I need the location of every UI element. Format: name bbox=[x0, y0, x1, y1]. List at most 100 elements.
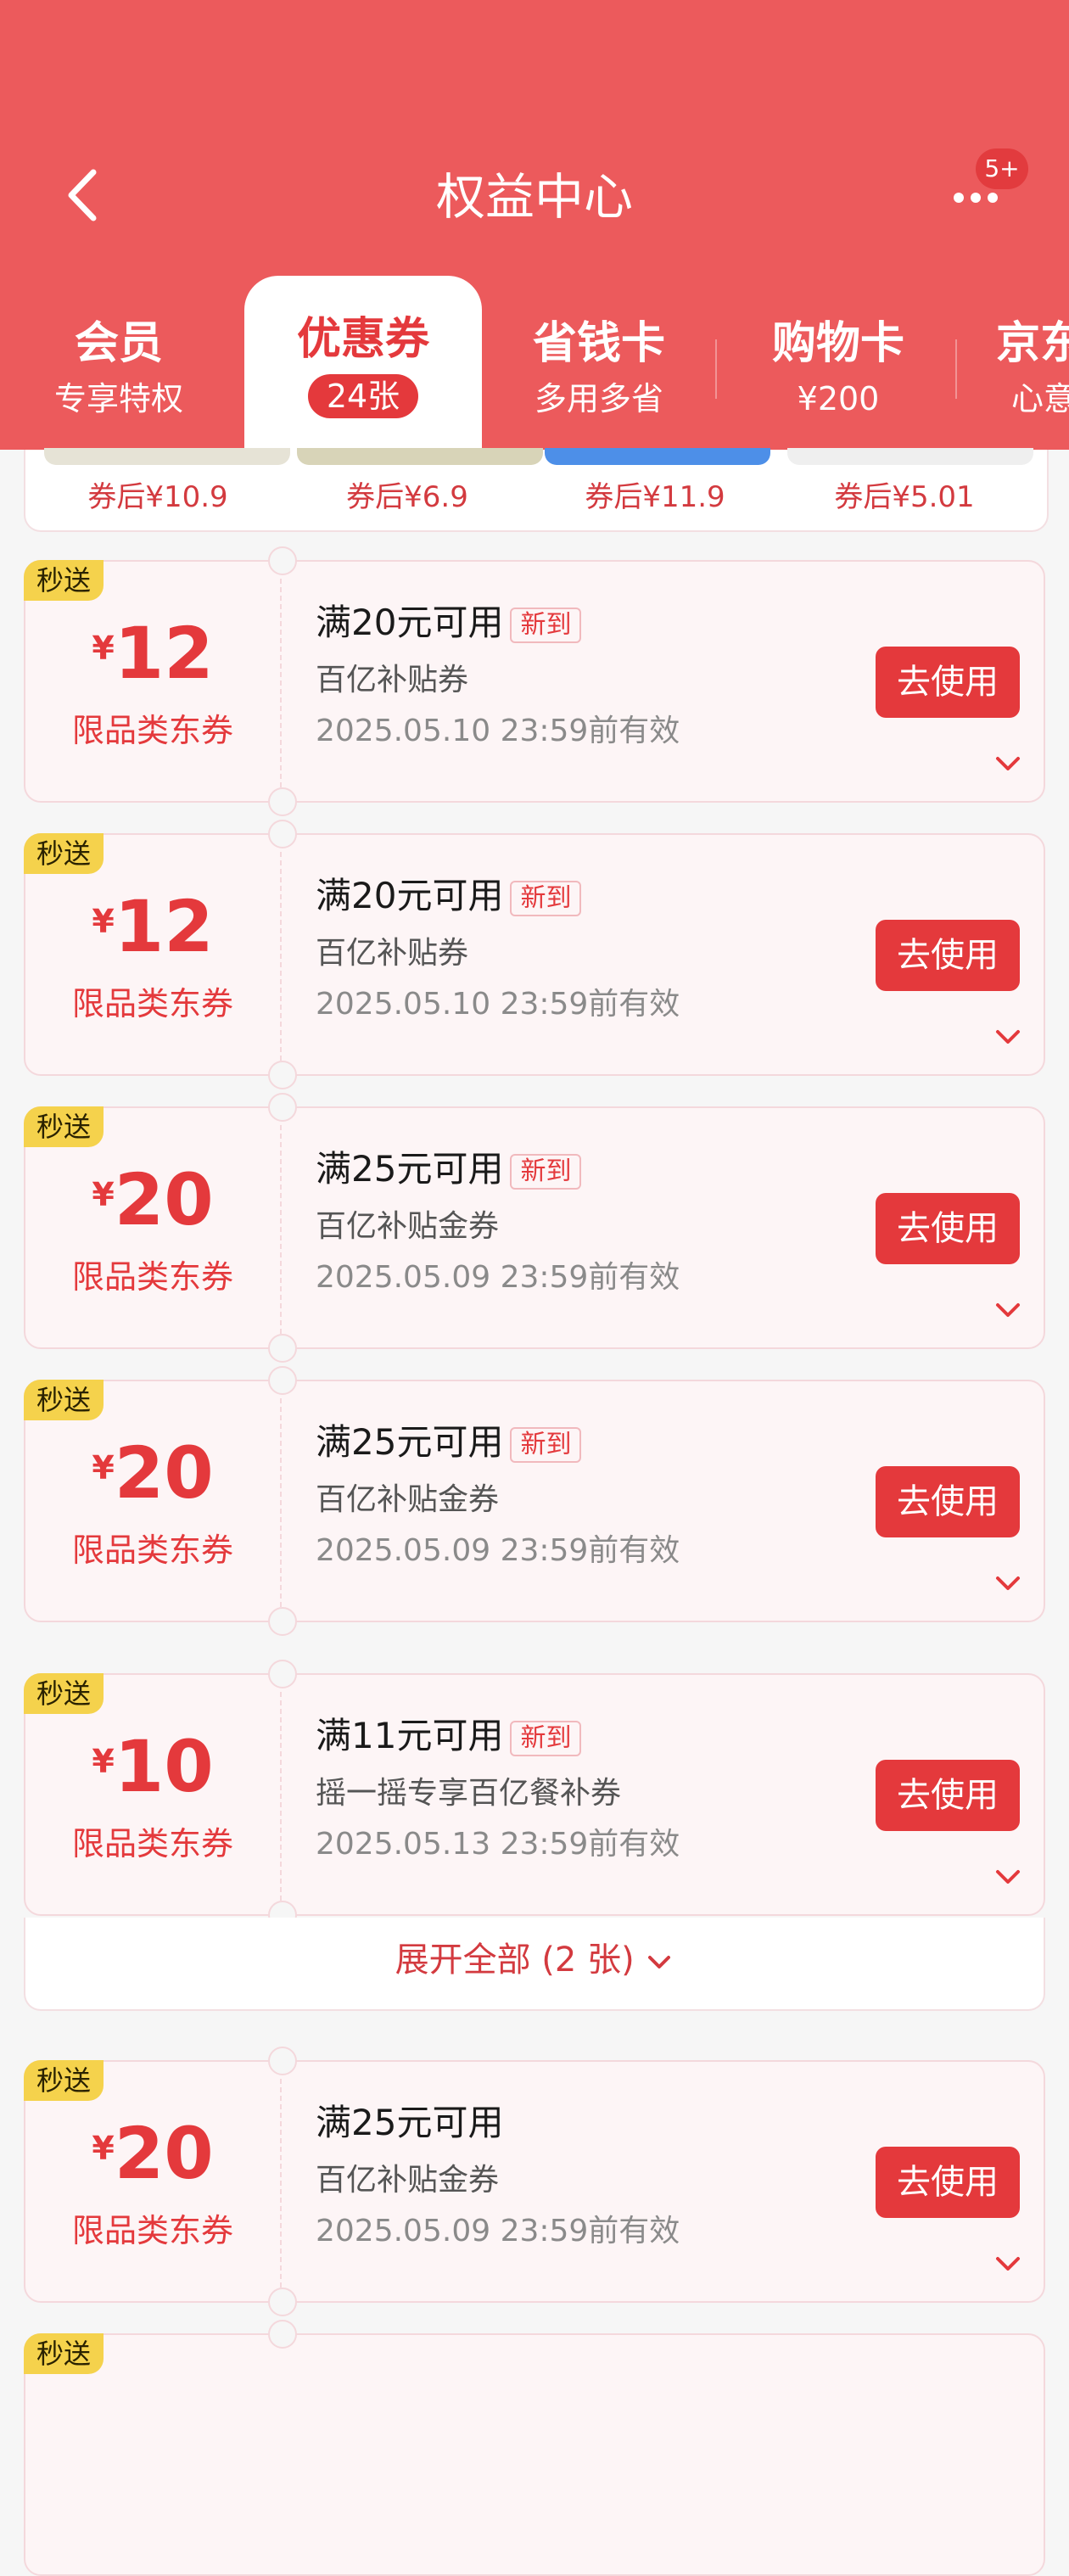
coupon-expiry: 2025.05.09 23:59前有效 bbox=[316, 1533, 680, 1568]
coupon-card[interactable]: 秒送 ¥10 限品类东券 满11元可用 新到 摇一摇专享百亿餐补券 2025.05… bbox=[24, 1660, 1045, 1929]
product-thumbnail[interactable] bbox=[44, 448, 290, 465]
coupon-category: 限品类东券 bbox=[71, 2212, 233, 2249]
page-title: 权益中心 bbox=[435, 168, 633, 226]
chevron-down-icon[interactable] bbox=[993, 2253, 1023, 2275]
coupon-amount: ¥12 bbox=[25, 611, 280, 696]
coupon-notch bbox=[268, 1061, 297, 1089]
currency-symbol: ¥ bbox=[92, 1449, 115, 1487]
coupon-amount: ¥10 bbox=[25, 1724, 280, 1809]
tab-label: 京东 bbox=[996, 318, 1069, 369]
coupon-condition: 满20元可用 新到 bbox=[316, 597, 582, 648]
coupon-name: 百亿补贴券 bbox=[316, 936, 469, 971]
coupon-name: 百亿补贴金券 bbox=[316, 2163, 500, 2198]
new-badge: 新到 bbox=[510, 607, 582, 643]
coupon-value: 20 bbox=[114, 2112, 214, 2195]
coupon-condition-text: 满20元可用 bbox=[316, 602, 504, 643]
coupon-value: 12 bbox=[114, 612, 214, 695]
coupon-divider bbox=[280, 852, 282, 1061]
product-price: 券后¥10.9 bbox=[87, 480, 228, 514]
coupon-condition: 满25元可用 新到 bbox=[316, 1144, 582, 1195]
tab-member[interactable]: 会员 专享特权 bbox=[0, 280, 238, 450]
coupon-value: 10 bbox=[114, 1725, 214, 1808]
product-price: 券后¥5.01 bbox=[834, 480, 975, 514]
coupon-condition: 满11元可用 新到 bbox=[316, 1711, 582, 1761]
currency-symbol: ¥ bbox=[92, 1743, 115, 1780]
currency-symbol: ¥ bbox=[92, 903, 115, 940]
tab-sublabel: ¥200 bbox=[797, 380, 880, 417]
coupon-expiry: 2025.05.13 23:59前有效 bbox=[316, 1827, 680, 1862]
tab-sublabel: 多用多省 bbox=[534, 380, 663, 417]
coupon-value: 12 bbox=[114, 885, 214, 968]
coupon-notch bbox=[268, 2320, 297, 2349]
coupon-notch bbox=[268, 1366, 297, 1395]
notification-badge: 5+ bbox=[976, 148, 1028, 189]
use-coupon-button[interactable]: 去使用 bbox=[876, 647, 1020, 718]
coupon-amount: ¥12 bbox=[25, 884, 280, 969]
coupon-expiry: 2025.05.10 23:59前有效 bbox=[316, 714, 680, 748]
coupon-category: 限品类东券 bbox=[71, 712, 233, 749]
use-coupon-button[interactable]: 去使用 bbox=[876, 920, 1020, 991]
coupon-category: 限品类东券 bbox=[71, 1825, 233, 1862]
product-thumbnail[interactable] bbox=[787, 448, 1033, 465]
coupon-notch bbox=[268, 2047, 297, 2075]
chevron-down-icon[interactable] bbox=[993, 1572, 1023, 1594]
coupon-notch bbox=[268, 1093, 297, 1122]
currency-symbol: ¥ bbox=[92, 1176, 115, 1213]
coupon-condition-text: 满25元可用 bbox=[316, 2102, 504, 2143]
expand-all-button[interactable]: 展开全部 (2 张) bbox=[24, 1918, 1045, 2011]
coupon-condition-text: 满20元可用 bbox=[316, 875, 504, 916]
coupon-condition: 满20元可用 新到 bbox=[316, 871, 582, 921]
tab-coupons[interactable]: 优惠券 24张 bbox=[244, 276, 482, 450]
coupon-tag: 秒送 bbox=[24, 2060, 104, 2101]
coupon-condition: 满25元可用 新到 bbox=[316, 1417, 582, 1468]
use-coupon-button[interactable]: 去使用 bbox=[876, 1193, 1020, 1264]
coupon-name: 百亿补贴金券 bbox=[316, 1482, 500, 1517]
coupon-card[interactable]: 秒送 ¥20 限品类东券 满25元可用 新到 百亿补贴金券 2025.05.09 … bbox=[24, 1366, 1045, 1636]
currency-symbol: ¥ bbox=[92, 2130, 115, 2167]
coupon-card[interactable]: 秒送 ¥12 限品类东券 满20元可用 新到 百亿补贴券 2025.05.10 2… bbox=[24, 546, 1045, 816]
coupon-amount: ¥20 bbox=[25, 1157, 280, 1242]
coupon-value: 20 bbox=[114, 1431, 214, 1515]
coupon-category: 限品类东券 bbox=[71, 1532, 233, 1569]
product-thumbnail[interactable] bbox=[545, 448, 770, 465]
coupon-name: 摇一摇专享百亿餐补券 bbox=[316, 1776, 622, 1811]
coupon-divider bbox=[280, 1398, 282, 1607]
tab-label: 省钱卡 bbox=[532, 318, 665, 369]
product-thumbnail[interactable] bbox=[297, 448, 543, 465]
coupon-condition-text: 满11元可用 bbox=[316, 1715, 504, 1756]
coupon-card[interactable]: 秒送 ¥20 限品类东券 满25元可用 百亿补贴金券 2025.05.09 23… bbox=[24, 2047, 1045, 2316]
tab-saving-card[interactable]: 省钱卡 多用多省 bbox=[480, 280, 718, 450]
expand-all-label: 展开全部 (2 张) bbox=[395, 1940, 635, 1980]
coupon-divider bbox=[280, 1692, 282, 1901]
coupon-notch bbox=[268, 1660, 297, 1688]
coupon-expiry: 2025.05.09 23:59前有效 bbox=[316, 2214, 680, 2248]
use-coupon-button[interactable]: 去使用 bbox=[876, 1760, 1020, 1831]
use-coupon-button[interactable]: 去使用 bbox=[876, 2147, 1020, 2218]
product-price: 券后¥6.9 bbox=[346, 480, 468, 514]
tab-jd-gift[interactable]: 京东 心意 bbox=[959, 280, 1069, 450]
chevron-down-icon[interactable] bbox=[993, 1866, 1023, 1888]
coupon-notch bbox=[268, 2288, 297, 2316]
chevron-down-icon[interactable] bbox=[993, 1299, 1023, 1321]
product-strip: 券后¥10.9 券后¥6.9 券后¥11.9 券后¥5.01 bbox=[24, 448, 1049, 532]
coupon-condition-text: 满25元可用 bbox=[316, 1421, 504, 1463]
coupon-card[interactable]: 秒送 ¥20 限品类东券 满25元可用 新到 百亿补贴金券 2025.05.09 … bbox=[24, 1093, 1045, 1363]
coupon-card[interactable]: 秒送 bbox=[24, 2320, 1045, 2576]
chevron-down-icon[interactable] bbox=[993, 753, 1023, 775]
coupon-divider bbox=[280, 2079, 282, 2288]
coupon-divider bbox=[280, 579, 282, 787]
tab-sublabel: 专享特权 bbox=[53, 380, 183, 417]
chevron-down-icon[interactable] bbox=[993, 1026, 1023, 1048]
coupon-name: 百亿补贴金券 bbox=[316, 1209, 500, 1244]
coupon-category: 限品类东券 bbox=[71, 1258, 233, 1296]
header-bar: 权益中心 5+ 会员 专享特权 优惠券 24张 省钱卡 多用多省 购物卡 ¥20… bbox=[0, 0, 1069, 450]
coupon-tag: 秒送 bbox=[24, 2333, 104, 2374]
coupon-card[interactable]: 秒送 ¥12 限品类东券 满20元可用 新到 百亿补贴券 2025.05.10 2… bbox=[24, 820, 1045, 1089]
product-price: 券后¥11.9 bbox=[585, 480, 725, 514]
new-badge: 新到 bbox=[510, 1720, 582, 1756]
coupon-condition-text: 满25元可用 bbox=[316, 1148, 504, 1190]
coupon-amount: ¥20 bbox=[25, 2111, 280, 2196]
tab-shopping-card[interactable]: 购物卡 ¥200 bbox=[719, 280, 957, 450]
use-coupon-button[interactable]: 去使用 bbox=[876, 1466, 1020, 1537]
tab-sublabel: 心意 bbox=[1011, 380, 1069, 417]
